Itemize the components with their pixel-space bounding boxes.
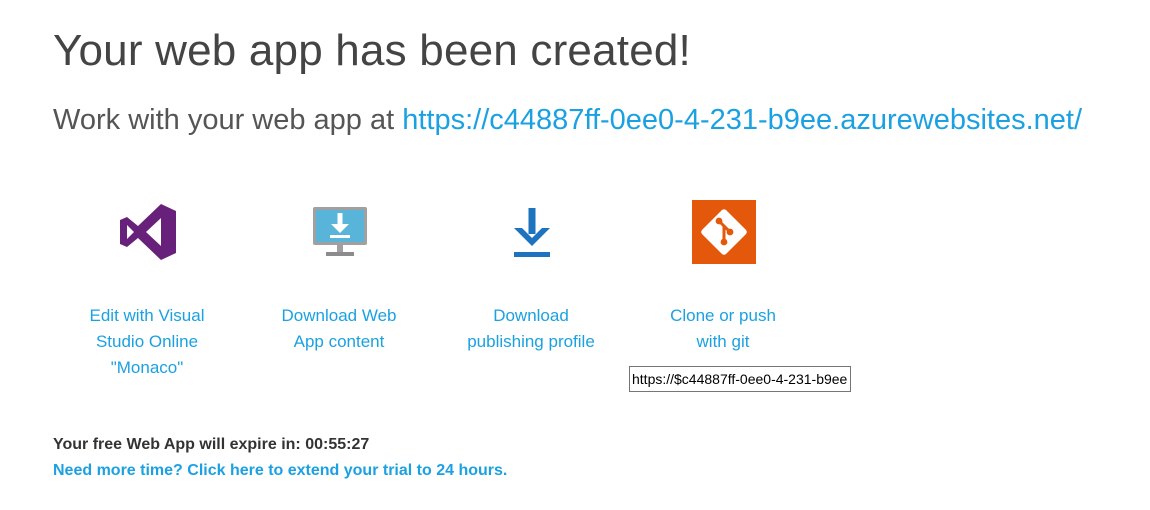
- download-arrow-icon[interactable]: [500, 200, 564, 264]
- download-content-link[interactable]: Download Web App content: [254, 303, 424, 355]
- git-icon[interactable]: [692, 200, 756, 264]
- clone-git-link[interactable]: Clone or push with git: [638, 303, 808, 355]
- app-url-line: Work with your web app at https://c44887…: [53, 100, 1082, 140]
- trial-expiry-countdown: 00:55:27: [305, 436, 370, 453]
- trial-expiry: Your free Web App will expire in: 00:55:…: [53, 436, 369, 454]
- app-url-prefix: Work with your web app at: [53, 104, 403, 136]
- edit-visual-studio-line3: "Monaco": [110, 358, 184, 377]
- download-content-line1: Download Web: [281, 306, 397, 325]
- trial-expiry-label: Your free Web App will expire in:: [53, 436, 306, 453]
- download-monitor-icon[interactable]: [308, 200, 372, 264]
- edit-visual-studio-line2: Studio Online: [95, 332, 199, 351]
- app-url-link[interactable]: https://c44887ff-0ee0-4-231-b9ee.azurewe…: [402, 104, 1082, 136]
- edit-visual-studio-link[interactable]: Edit with Visual Studio Online "Monaco": [62, 303, 232, 381]
- extend-trial-link[interactable]: Need more time? Click here to extend you…: [53, 462, 507, 480]
- download-content-line2: App content: [293, 332, 385, 351]
- clone-git-line1: Clone or push: [670, 306, 776, 325]
- page-title: Your web app has been created!: [53, 26, 691, 75]
- page: Your web app has been created! Work with…: [0, 0, 1150, 510]
- download-profile-line1: Download: [493, 306, 569, 325]
- git-url-input[interactable]: [629, 366, 851, 392]
- edit-visual-studio-line1: Edit with Visual: [89, 306, 205, 325]
- download-profile-line2: publishing profile: [467, 332, 595, 351]
- clone-git-line2: with git: [696, 332, 750, 351]
- download-profile-link[interactable]: Download publishing profile: [446, 303, 616, 355]
- visual-studio-icon[interactable]: [116, 200, 180, 264]
